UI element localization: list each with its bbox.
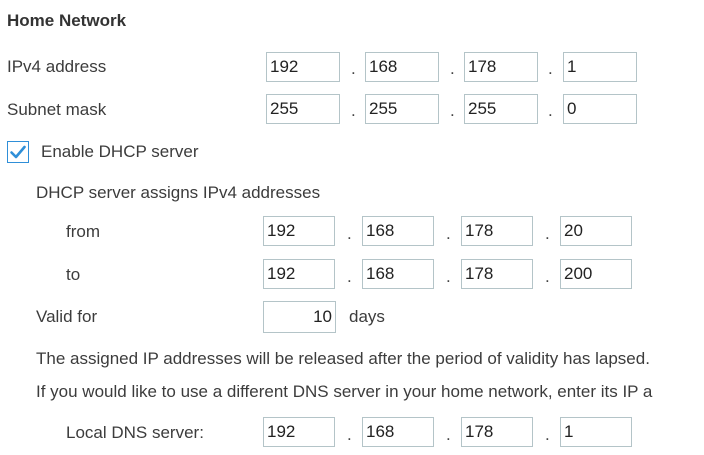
local-dns-server-label: Local DNS server: (66, 423, 204, 442)
ipv4-octet-4-input[interactable]: 1 (563, 52, 637, 82)
dhcp-to-octet-3-input[interactable]: 178 (461, 259, 533, 289)
ipv4-octet-2-input[interactable]: 168 (365, 52, 439, 82)
dhcp-to-octet-2-input[interactable]: 168 (362, 259, 434, 289)
subnet-separator-3: . (548, 101, 553, 120)
dhcp-to-separator-1: . (347, 267, 352, 286)
section-title: Home Network (7, 11, 127, 30)
subnet-separator-2: . (450, 101, 455, 120)
subnet-octet-2-input[interactable]: 255 (365, 94, 439, 124)
dns-octet-1-input[interactable]: 192 (263, 417, 335, 447)
valid-for-unit: days (349, 307, 385, 326)
subnet-octet-4-input[interactable]: 0 (563, 94, 637, 124)
ipv4-separator-3: . (548, 59, 553, 78)
dhcp-to-octet-4-input[interactable]: 200 (560, 259, 632, 289)
dhcp-to-octet-1-input[interactable]: 192 (263, 259, 335, 289)
dns-octet-4-input[interactable]: 1 (560, 417, 632, 447)
ipv4-octet-1-input[interactable]: 192 (266, 52, 340, 82)
checkmark-icon (10, 145, 26, 159)
dhcp-to-label: to (66, 265, 81, 284)
dhcp-from-separator-3: . (545, 224, 550, 243)
subnet-mask-label: Subnet mask (7, 100, 107, 119)
dhcp-to-separator-3: . (545, 267, 550, 286)
dns-octet-3-input[interactable]: 178 (461, 417, 533, 447)
dhcp-from-separator-1: . (347, 224, 352, 243)
dhcp-assigns-label: DHCP server assigns IPv4 addresses (36, 183, 321, 202)
dhcp-from-octet-2-input[interactable]: 168 (362, 216, 434, 246)
ipv4-address-label: IPv4 address (7, 57, 107, 76)
release-note: The assigned IP addresses will be releas… (36, 349, 650, 368)
dhcp-from-label: from (66, 222, 100, 241)
dhcp-from-separator-2: . (446, 224, 451, 243)
valid-for-label: Valid for (36, 307, 98, 326)
subnet-separator-1: . (351, 101, 356, 120)
dhcp-to-separator-2: . (446, 267, 451, 286)
ipv4-separator-1: . (351, 59, 356, 78)
dhcp-from-octet-3-input[interactable]: 178 (461, 216, 533, 246)
enable-dhcp-label[interactable]: Enable DHCP server (41, 141, 198, 163)
dns-octet-2-input[interactable]: 168 (362, 417, 434, 447)
dhcp-from-octet-4-input[interactable]: 20 (560, 216, 632, 246)
dns-separator-2: . (446, 425, 451, 444)
dhcp-from-octet-1-input[interactable]: 192 (263, 216, 335, 246)
subnet-octet-3-input[interactable]: 255 (464, 94, 538, 124)
dns-hint-note: If you would like to use a different DNS… (36, 382, 653, 401)
dns-separator-3: . (545, 425, 550, 444)
valid-for-days-input[interactable]: 10 (263, 301, 336, 333)
ipv4-separator-2: . (450, 59, 455, 78)
enable-dhcp-checkbox[interactable] (7, 141, 29, 163)
subnet-octet-1-input[interactable]: 255 (266, 94, 340, 124)
dns-separator-1: . (347, 425, 352, 444)
ipv4-octet-3-input[interactable]: 178 (464, 52, 538, 82)
